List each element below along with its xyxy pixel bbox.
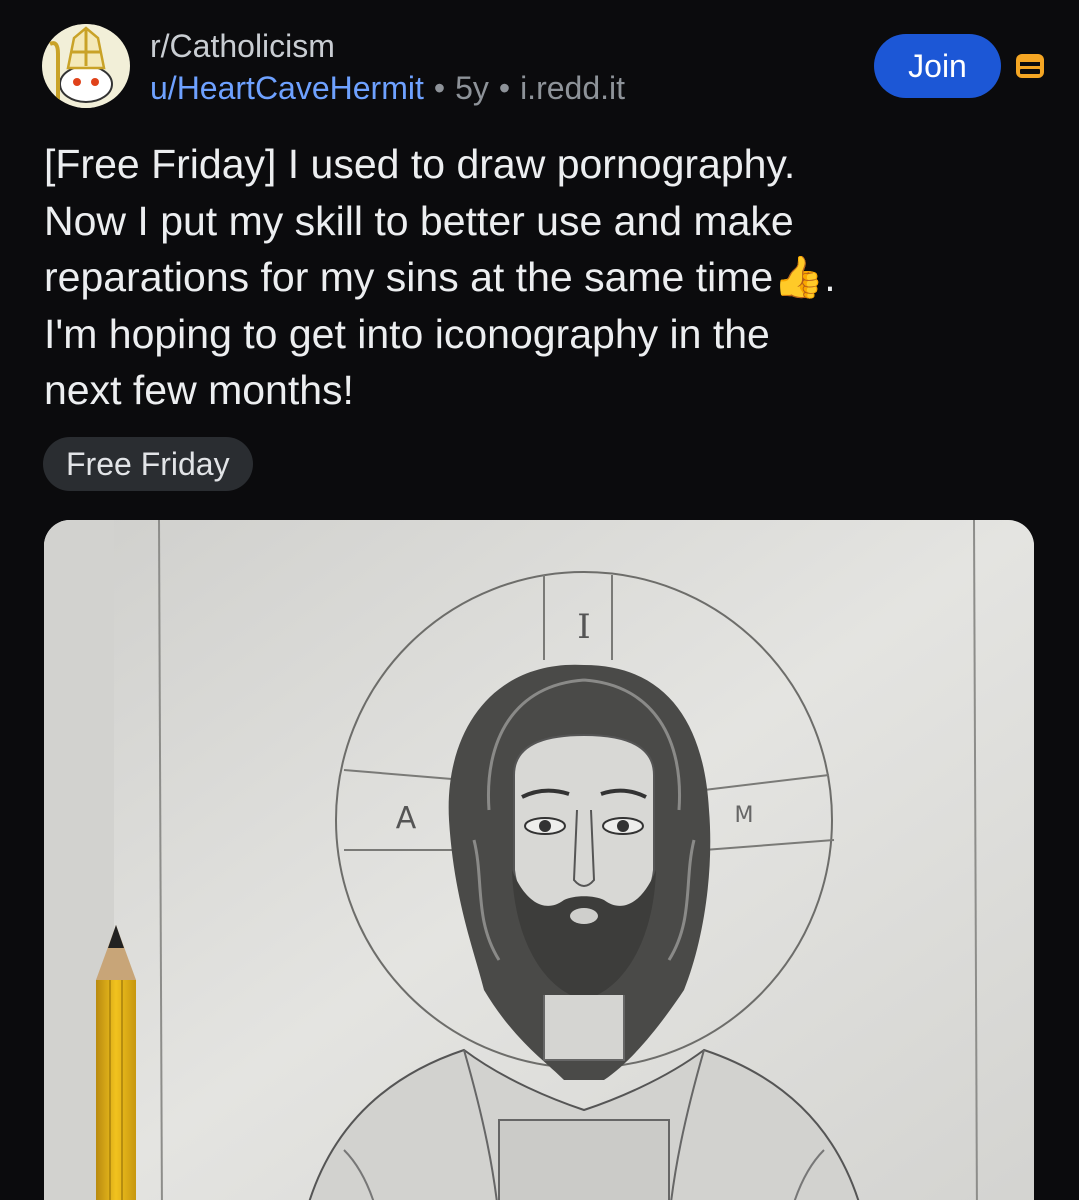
post-flair[interactable]: Free Friday [43, 437, 253, 491]
halo-letter-top: I [577, 607, 590, 647]
mitre-icon [44, 24, 128, 108]
halo-letter-left: A [396, 801, 417, 836]
title-line: [Free Friday] I used to draw pornography… [44, 141, 796, 187]
meta-separator: • [498, 70, 511, 106]
post-page: r/Catholicism u/HeartCaveHermit • 5y • i.red… [0, 0, 1079, 1200]
post-title[interactable]: [Free Friday] I used to draw pornography… [44, 136, 1044, 419]
join-button[interactable]: Join [874, 34, 1001, 98]
post-domain[interactable]: i.redd.it [520, 70, 625, 106]
post-age: 5y [455, 70, 489, 106]
author-link[interactable]: u/HeartCaveHermit [150, 70, 424, 106]
subreddit-name[interactable]: r/Catholicism [150, 26, 335, 66]
post-image[interactable]: I A M [44, 520, 1034, 1200]
meta-separator: • [433, 70, 446, 106]
halo-letter-right: M [735, 803, 754, 828]
post-meta: u/HeartCaveHermit • 5y • i.redd.it [150, 68, 625, 108]
title-line: I'm hoping to get into iconography in th… [44, 310, 770, 357]
mod-shield-icon[interactable] [1014, 50, 1046, 82]
subreddit-avatar[interactable] [42, 24, 130, 108]
icon-drawing-image: I A M [44, 520, 1034, 1200]
title-line: next few months! [44, 367, 354, 413]
title-line: reparations for my sins at the same time… [44, 254, 836, 300]
title-line: Now I put my skill to better use and mak… [44, 197, 794, 244]
